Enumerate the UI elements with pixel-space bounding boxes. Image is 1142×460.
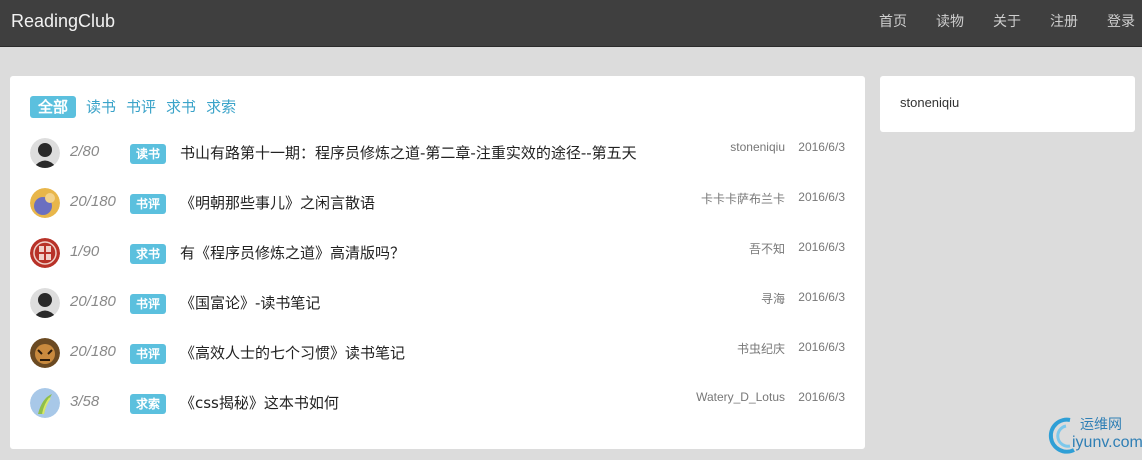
tag-badge: 书评 <box>130 194 167 214</box>
tag-badge: 书评 <box>130 294 167 314</box>
tab-review[interactable]: 书评 <box>126 96 156 118</box>
topic-date: 2016/6/3 <box>798 390 845 404</box>
topic-date: 2016/6/3 <box>798 190 845 204</box>
list-item: 20/180 书评 《国富论》-读书笔记 寻海 2016/6/3 <box>30 286 845 320</box>
watermark-url: iyunv.com <box>1072 434 1142 451</box>
topic-date: 2016/6/3 <box>798 290 845 304</box>
tab-reading[interactable]: 读书 <box>86 96 116 118</box>
topic-title[interactable]: 书山有路第十一期：程序员修炼之道-第二章-注重实效的途径--第五天 <box>180 142 637 163</box>
reply-view-count: 20/180 <box>70 193 116 210</box>
topic-list-panel: 全部 读书 书评 求书 求索 2/80 读书 书山有路第十一期：程序员修炼之道-… <box>10 76 865 449</box>
avatar-image <box>30 388 60 418</box>
nav-home[interactable]: 首页 <box>865 0 921 46</box>
nav-login[interactable]: 登录 <box>1093 0 1142 46</box>
topic-author[interactable]: 卡卡卡萨布兰卡 <box>701 190 785 207</box>
avatar-image <box>30 238 60 268</box>
avatar[interactable] <box>30 138 60 168</box>
tag-badge: 书评 <box>130 344 167 364</box>
avatar-image <box>30 338 60 368</box>
reply-view-count: 20/180 <box>70 293 116 310</box>
tag-badge: 求索 <box>130 394 167 414</box>
category-tabs: 全部 读书 书评 求书 求索 <box>30 96 246 118</box>
brand-logo[interactable]: ReadingClub <box>11 11 115 32</box>
topic-date: 2016/6/3 <box>798 340 845 354</box>
user-panel: stoneniqiu <box>880 76 1135 132</box>
topic-date: 2016/6/3 <box>798 240 845 254</box>
topic-author[interactable]: 寻海 <box>761 290 785 307</box>
list-item: 20/180 书评 《明朝那些事儿》之闲言散语 卡卡卡萨布兰卡 2016/6/3 <box>30 186 845 220</box>
navbar: ReadingClub 首页 读物 关于 注册 登录 <box>0 0 1142 47</box>
topic-author[interactable]: Watery_D_Lotus <box>696 390 785 404</box>
avatar[interactable] <box>30 338 60 368</box>
topic-author[interactable]: 书虫纪庆 <box>737 340 785 357</box>
topic-title[interactable]: 《国富论》-读书笔记 <box>180 292 320 313</box>
tab-request[interactable]: 求书 <box>166 96 196 118</box>
topic-title[interactable]: 《明朝那些事儿》之闲言散语 <box>180 192 375 213</box>
avatar[interactable] <box>30 238 60 268</box>
watermark-text: 运维网 <box>1080 417 1122 433</box>
avatar[interactable] <box>30 188 60 218</box>
list-item: 20/180 书评 《高效人士的七个习惯》读书笔记 书虫纪庆 2016/6/3 <box>30 336 845 370</box>
reply-view-count: 2/80 <box>70 143 100 160</box>
topic-date: 2016/6/3 <box>798 140 845 154</box>
avatar-image <box>30 288 60 318</box>
list-item: 1/90 求书 有《程序员修炼之道》高清版吗？ 吾不知 2016/6/3 <box>30 236 845 270</box>
tag-badge: 读书 <box>130 144 167 164</box>
topic-author[interactable]: 吾不知 <box>749 240 785 257</box>
nav-about[interactable]: 关于 <box>979 0 1035 46</box>
nav-links: 首页 读物 关于 注册 登录 <box>864 0 1142 46</box>
list-item: 3/58 求索 《css揭秘》这本书如何 Watery_D_Lotus 2016… <box>30 386 845 420</box>
topic-title[interactable]: 有《程序员修炼之道》高清版吗？ <box>180 242 405 263</box>
avatar[interactable] <box>30 288 60 318</box>
tab-explore[interactable]: 求索 <box>206 96 236 118</box>
reply-view-count: 3/58 <box>70 393 100 410</box>
topic-title[interactable]: 《css揭秘》这本书如何 <box>180 392 339 413</box>
list-item: 2/80 读书 书山有路第十一期：程序员修炼之道-第二章-注重实效的途径--第五… <box>30 136 845 170</box>
reply-view-count: 1/90 <box>70 243 100 260</box>
tag-badge: 求书 <box>130 244 167 264</box>
avatar-image <box>30 138 60 168</box>
topic-title[interactable]: 《高效人士的七个习惯》读书笔记 <box>180 342 405 363</box>
topic-author[interactable]: stoneniqiu <box>730 140 785 154</box>
tab-all[interactable]: 全部 <box>30 96 77 118</box>
nav-register[interactable]: 注册 <box>1036 0 1092 46</box>
watermark: 运维网 iyunv.com <box>1040 412 1142 458</box>
avatar-image <box>30 188 60 218</box>
avatar[interactable] <box>30 388 60 418</box>
sidebar-username[interactable]: stoneniqiu <box>900 95 959 110</box>
reply-view-count: 20/180 <box>70 343 116 360</box>
nav-books[interactable]: 读物 <box>922 0 978 46</box>
